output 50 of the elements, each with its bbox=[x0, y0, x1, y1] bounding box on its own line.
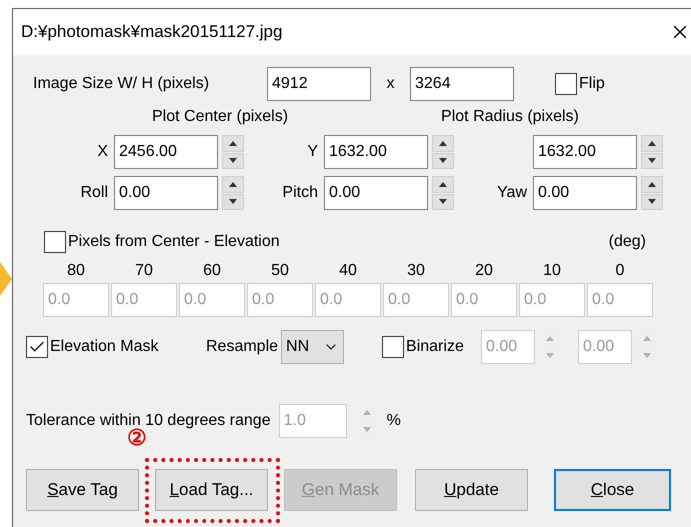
field-label: Y bbox=[307, 143, 318, 160]
spin-buttons[interactable] bbox=[222, 176, 244, 210]
resample-label: Resample bbox=[206, 337, 280, 357]
field-label: Yaw bbox=[497, 184, 527, 201]
field-label: X bbox=[97, 143, 108, 160]
checkbox[interactable] bbox=[555, 73, 577, 95]
column-heading: 30 bbox=[407, 261, 425, 281]
arrow-marker-icon bbox=[0, 262, 12, 296]
tolerance-label: Tolerance within 10 degrees range bbox=[26, 412, 271, 429]
column-heading: 0 bbox=[616, 261, 624, 281]
plot-radius-label: Plot Radius (pixels) bbox=[441, 107, 579, 127]
spin-buttons[interactable] bbox=[641, 135, 663, 169]
column-heading: 80 bbox=[67, 261, 85, 281]
dialog-button[interactable]: Close bbox=[554, 469, 671, 511]
checkbox[interactable] bbox=[26, 336, 48, 358]
column-heading: 40 bbox=[339, 261, 357, 281]
spin-buttons[interactable] bbox=[641, 176, 663, 210]
input-field[interactable]: 0.00 bbox=[114, 176, 218, 210]
input-field[interactable]: 4912 bbox=[267, 67, 371, 101]
plot-center-label: Plot Center (pixels) bbox=[152, 107, 288, 127]
field-label: Roll bbox=[80, 184, 108, 201]
column-heading: 20 bbox=[475, 261, 493, 281]
column-heading: 60 bbox=[203, 261, 221, 281]
elevation-mask-label: Elevation Mask bbox=[50, 337, 158, 357]
binarize-label: Binarize bbox=[406, 337, 464, 357]
resample-dropdown[interactable]: NN bbox=[281, 330, 344, 364]
flip-label: Flip bbox=[579, 74, 605, 94]
input-field[interactable]: 1632.00 bbox=[324, 135, 428, 169]
unit-label: (deg) bbox=[608, 232, 646, 252]
input-field[interactable]: 0.00 bbox=[533, 176, 637, 210]
column-heading: 50 bbox=[271, 261, 289, 281]
image-size-label: Image Size W/ H (pixels) bbox=[32, 74, 210, 94]
dialog-button[interactable]: Update bbox=[415, 469, 528, 511]
dialog-button[interactable]: Load Tag... bbox=[155, 469, 268, 511]
column-heading: 70 bbox=[135, 261, 153, 281]
input-field[interactable]: 3264 bbox=[410, 67, 514, 101]
field-label: Pitch bbox=[282, 184, 318, 201]
input-field[interactable]: 2456.00 bbox=[114, 135, 218, 169]
dialog-button[interactable]: Save Tag bbox=[26, 469, 139, 511]
spin-buttons[interactable] bbox=[432, 135, 454, 169]
separator-label: x bbox=[386, 74, 396, 94]
column-heading: 10 bbox=[543, 261, 561, 281]
percent-label: % bbox=[386, 411, 401, 431]
annotation-number: ② bbox=[127, 427, 147, 449]
window-title: D:¥photomask¥mask20151127.jpg bbox=[21, 21, 282, 44]
spin-buttons[interactable] bbox=[432, 176, 454, 210]
elevation-label: Pixels from Center - Elevation bbox=[68, 232, 280, 252]
input-field[interactable]: 1632.00 bbox=[533, 135, 637, 169]
input-field[interactable]: 0.00 bbox=[324, 176, 428, 210]
spin-buttons[interactable] bbox=[222, 135, 244, 169]
